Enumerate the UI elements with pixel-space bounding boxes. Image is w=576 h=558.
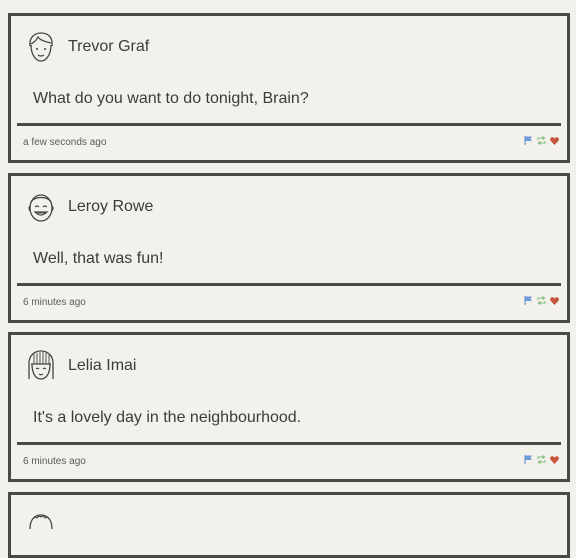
smiling-face-avatar-icon (28, 194, 54, 222)
flag-icon[interactable] (524, 296, 533, 305)
comment-text: What do you want to do tonight, Brain? (33, 90, 309, 107)
comment-actions (524, 296, 559, 305)
heart-icon[interactable] (550, 455, 559, 464)
divider (17, 442, 561, 445)
comment-feed: Trevor Graf What do you want to do tonig… (0, 0, 576, 558)
comment-actions (524, 136, 559, 145)
comment-timestamp: 6 minutes ago (23, 456, 86, 467)
comment-timestamp: 6 minutes ago (23, 297, 86, 308)
comment-header: Leroy Rowe (25, 189, 153, 225)
divider (17, 123, 561, 126)
retweet-icon[interactable] (536, 136, 547, 145)
heart-icon[interactable] (550, 296, 559, 305)
heart-icon[interactable] (550, 136, 559, 145)
boy-face-avatar-icon (29, 32, 53, 62)
comment-actions (524, 455, 559, 464)
comment-card (8, 492, 570, 558)
retweet-icon[interactable] (536, 296, 547, 305)
comment-header: Trevor Graf (25, 29, 149, 65)
flag-icon[interactable] (524, 136, 533, 145)
avatar-icon (29, 514, 53, 530)
girl-bangs-avatar-icon (28, 350, 54, 380)
comment-author: Leroy Rowe (68, 198, 154, 215)
comment-author: Trevor Graf (68, 38, 150, 55)
comment-header: Lelia Imai (25, 348, 136, 384)
comment-author: Lelia Imai (68, 357, 137, 374)
comment-timestamp: a few seconds ago (23, 137, 107, 148)
comment-card: Trevor Graf What do you want to do tonig… (8, 13, 570, 163)
divider (17, 283, 561, 286)
retweet-icon[interactable] (536, 455, 547, 464)
comment-text: It's a lovely day in the neighbourhood. (33, 409, 302, 426)
comment-text: Well, that was fun! (33, 250, 164, 267)
comment-header (25, 508, 57, 544)
comment-card: Leroy Rowe Well, that was fun! 6 minutes… (8, 173, 570, 323)
comment-card: Lelia Imai It's a lovely day in the neig… (8, 332, 570, 482)
flag-icon[interactable] (524, 455, 533, 464)
